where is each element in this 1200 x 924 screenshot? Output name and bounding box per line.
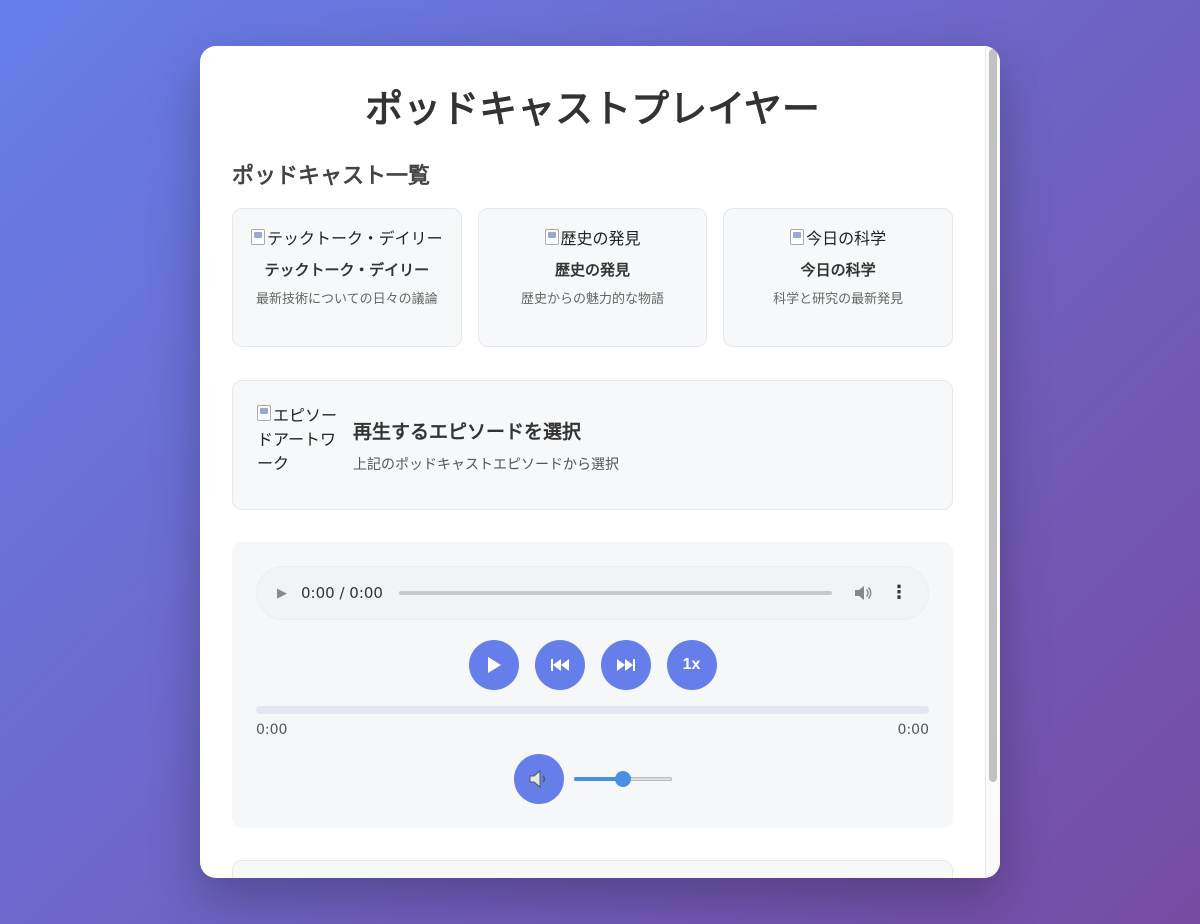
podcast-card-tech-talk[interactable]: テックトーク・デイリー テックトーク・デイリー 最新技術についての日々の議論 xyxy=(232,208,462,347)
speed-button[interactable]: 1x xyxy=(666,640,717,690)
podcast-description: 科学と研究の最新発見 xyxy=(773,292,904,307)
scrollbar-thumb[interactable] xyxy=(989,49,997,782)
broken-image-icon xyxy=(250,229,265,245)
playback-controls: 1x xyxy=(256,640,929,690)
broken-image-icon xyxy=(257,405,271,421)
episode-artwork: エピソードアートワーク xyxy=(257,404,339,484)
podcast-cover-alt-text: テックトーク・デイリー xyxy=(266,229,443,248)
volume-control xyxy=(256,754,929,804)
play-icon xyxy=(487,657,501,673)
native-volume-icon[interactable] xyxy=(854,585,872,601)
previous-button[interactable] xyxy=(534,640,585,690)
now-playing-panel: エピソードアートワーク 再生するエピソードを選択 上記のポッドキャストエピソード… xyxy=(232,380,953,510)
podcast-cover-alt-text: 今日の科学 xyxy=(806,229,887,248)
episode-list-panel xyxy=(232,860,953,878)
skip-back-icon xyxy=(550,659,569,671)
podcast-card-science[interactable]: 今日の科学 今日の科学 科学と研究の最新発見 xyxy=(723,208,954,347)
podcast-description: 歴史からの魅力的な物語 xyxy=(521,292,665,307)
episode-subtitle: 上記のポッドキャストエピソードから選択 xyxy=(353,456,619,473)
podcast-list-heading: ポッドキャスト一覧 xyxy=(232,164,431,189)
progress-bar[interactable] xyxy=(256,706,929,714)
current-time: 0:00 xyxy=(256,722,288,738)
time-display: 0:00 0:00 xyxy=(256,722,929,738)
native-play-icon[interactable]: ▶ xyxy=(277,586,287,601)
native-seek-bar[interactable] xyxy=(398,591,832,595)
volume-slider-thumb[interactable] xyxy=(614,771,631,787)
main-content: ポッドキャストプレイヤー ポッドキャスト一覧 テックトーク・デイリー テックトー… xyxy=(200,46,986,878)
podcast-card-history[interactable]: 歴史の発見 歴史の発見 歴史からの魅力的な物語 xyxy=(477,208,708,347)
broken-image-icon xyxy=(544,229,559,245)
podcast-description: 最新技術についての日々の議論 xyxy=(256,292,438,307)
native-time-display: 0:00 / 0:00 xyxy=(301,584,383,602)
podcast-cover-alt-text: 歴史の発見 xyxy=(560,229,641,248)
mute-button[interactable] xyxy=(513,754,564,804)
play-button[interactable] xyxy=(468,640,519,690)
player-panel: ▶ 0:00 / 0:00 ⋮ 1x 0:00 0:00 xyxy=(232,542,953,828)
now-playing-info: 再生するエピソードを選択 上記のポッドキャストエピソードから選択 xyxy=(353,417,619,474)
podcast-title: テックトーク・デイリー xyxy=(264,261,430,279)
broken-image-icon xyxy=(790,229,805,245)
speaker-icon xyxy=(529,769,545,789)
more-vertical-icon[interactable]: ⋮ xyxy=(890,584,908,602)
app-window: ポッドキャストプレイヤー ポッドキャスト一覧 テックトーク・デイリー テックトー… xyxy=(200,46,1000,878)
podcast-cover-image: 今日の科学 xyxy=(790,225,886,249)
next-button[interactable] xyxy=(600,640,651,690)
podcast-cover-image: 歴史の発見 xyxy=(544,225,641,249)
podcast-grid: テックトーク・デイリー テックトーク・デイリー 最新技術についての日々の議論 歴… xyxy=(232,208,954,347)
scrollbar[interactable] xyxy=(985,46,1000,878)
podcast-title: 歴史の発見 xyxy=(555,261,631,279)
podcast-title: 今日の科学 xyxy=(800,261,876,279)
page-title: ポッドキャストプレイヤー xyxy=(365,87,820,131)
skip-forward-icon xyxy=(616,659,635,671)
duration-time: 0:00 xyxy=(897,722,929,738)
volume-slider[interactable] xyxy=(573,771,672,787)
podcast-cover-image: テックトーク・デイリー xyxy=(250,225,443,249)
episode-title: 再生するエピソードを選択 xyxy=(353,420,582,443)
native-audio-control[interactable]: ▶ 0:00 / 0:00 ⋮ xyxy=(256,566,929,620)
